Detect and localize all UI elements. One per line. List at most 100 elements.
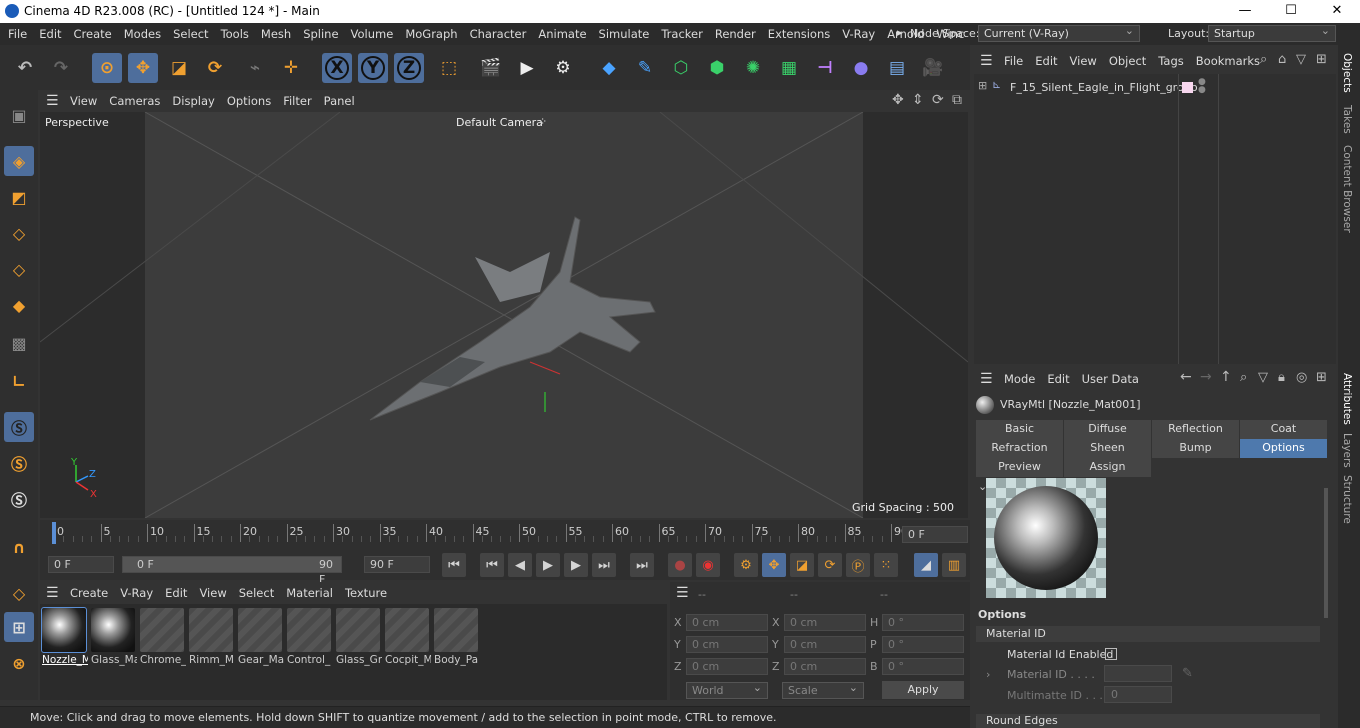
viewport-orbit-icon[interactable]: ⟳ — [932, 92, 944, 108]
menu-create[interactable]: Create — [68, 27, 118, 41]
coord-field-a[interactable]: 0 cm — [686, 636, 768, 653]
render-picture-viewer-icon[interactable]: ▶ — [512, 53, 542, 83]
menu-mograph[interactable]: MoGraph — [399, 27, 463, 41]
texture-mode-icon[interactable]: ◩ — [4, 182, 34, 212]
deformer-icon[interactable]: ⊣ — [810, 53, 840, 83]
timeline-ruler[interactable]: 0 5 10 15 20 25 30 35 40 45 50 55 60 65 70 75 80 85 90 0 F — [40, 520, 970, 550]
key-scale-icon[interactable]: ◪ — [790, 553, 814, 577]
menu-spline[interactable]: Spline — [297, 27, 344, 41]
material-id-enabled-checkbox[interactable] — [1105, 648, 1117, 660]
scale-icon[interactable]: ◪ — [164, 53, 194, 83]
key-rotation-icon[interactable]: ⟳ — [818, 553, 842, 577]
color-picker-icon[interactable]: ✎ — [1182, 666, 1193, 681]
model-mode-icon[interactable]: ◈ — [4, 146, 34, 176]
tab-sheen[interactable]: Sheen — [1064, 439, 1151, 458]
undo-icon[interactable]: ↶ — [10, 53, 40, 83]
coord-field-b[interactable]: 0 cm — [784, 614, 866, 631]
key-position-icon[interactable]: ✥ — [762, 553, 786, 577]
previous-frame-icon[interactable]: ◀ — [508, 553, 532, 577]
material-label[interactable]: Rimm_M — [189, 654, 235, 666]
menu-simulate[interactable]: Simulate — [593, 27, 656, 41]
floor-icon[interactable]: ▤ — [882, 53, 912, 83]
menu-tools[interactable]: Tools — [215, 27, 255, 41]
round-edges-group[interactable]: Round Edges — [976, 714, 1320, 728]
attributes-hamburger-icon[interactable]: ☰ — [980, 371, 993, 387]
uv-mode-icon[interactable]: ▩ — [4, 328, 34, 358]
world-select[interactable]: World — [686, 680, 768, 699]
select-icon[interactable]: ⊙ — [92, 53, 122, 83]
tab-coat[interactable]: Coat — [1240, 420, 1327, 439]
frame-range-slider[interactable]: 0 F 90 F — [122, 556, 342, 586]
objects-menu-bookmarks[interactable]: Bookmarks — [1190, 54, 1266, 68]
go-to-start-icon[interactable]: ⏮ — [442, 553, 466, 577]
menu-animate[interactable]: Animate — [532, 27, 592, 41]
tab-preview-settings[interactable]: Preview Settings — [976, 458, 1063, 491]
viewport-maximize-icon[interactable]: ⧉ — [952, 92, 962, 108]
y-axis-icon[interactable]: Y — [358, 53, 388, 83]
lock-icon[interactable]: 🔒︎ — [1278, 370, 1285, 385]
tab-refraction[interactable]: Refraction — [976, 439, 1063, 458]
material-menu-v-ray[interactable]: V-Ray — [114, 586, 159, 600]
magnet-icon[interactable]: ∩ — [4, 532, 34, 562]
record-icon[interactable]: ● — [668, 553, 692, 577]
key-pla-icon[interactable]: ⁙ — [874, 553, 898, 577]
coord-field-c[interactable]: 0 ° — [882, 636, 964, 653]
viewport-menu-filter[interactable]: Filter — [277, 94, 317, 108]
objects-menu-tags[interactable]: Tags — [1152, 54, 1189, 68]
material-label[interactable]: Chrome_ — [140, 654, 186, 666]
tab-diffuse[interactable]: Diffuse — [1064, 420, 1151, 439]
material-menu-create[interactable]: Create — [64, 586, 114, 600]
polygons-mode-icon[interactable]: ◆ — [4, 290, 34, 320]
material-label[interactable]: Gear_Ma — [238, 654, 284, 666]
layer-color-tag[interactable] — [1182, 82, 1193, 93]
cloner-icon[interactable]: ✺ — [738, 53, 768, 83]
material-label[interactable]: Glass_Gr — [336, 654, 382, 666]
side-tab-attributes[interactable]: Attributes — [1341, 373, 1353, 425]
material-menu-edit[interactable]: Edit — [159, 586, 193, 600]
material-label[interactable]: Nozzle_M — [42, 654, 88, 666]
autokey-icon[interactable]: ◉ — [696, 553, 720, 577]
workplane-icon[interactable]: ◇ — [4, 578, 34, 608]
current-frame-field[interactable]: 0 F — [902, 526, 968, 543]
rotate-icon[interactable]: ⟳ — [200, 53, 230, 83]
material-swatch[interactable] — [238, 608, 282, 652]
menu-render[interactable]: Render — [709, 27, 762, 41]
render-view-icon[interactable]: 🎬 — [476, 53, 506, 83]
forward-arrow-icon[interactable]: → — [1200, 369, 1212, 385]
objects-new-icon[interactable]: ⊞ — [1316, 52, 1327, 67]
menu-extensions[interactable]: Extensions — [762, 27, 836, 41]
material-preview[interactable] — [986, 478, 1106, 598]
next-key-icon[interactable]: ⏭ — [592, 553, 616, 577]
menu-modes[interactable]: Modes — [118, 27, 167, 41]
material-swatch[interactable] — [336, 608, 380, 652]
coord-field-b[interactable]: 0 cm — [784, 658, 866, 675]
extrude-icon[interactable]: ⬢ — [702, 53, 732, 83]
keyframe-selection-icon[interactable]: ⚙ — [734, 553, 758, 577]
go-to-end-icon[interactable]: ⏭ — [630, 553, 654, 577]
menu-more[interactable]: ▸ — [897, 26, 903, 39]
side-tab-content-browser[interactable]: Content Browser — [1341, 145, 1353, 233]
next-frame-icon[interactable]: ▶ — [564, 553, 588, 577]
material-menu-texture[interactable]: Texture — [339, 586, 393, 600]
multimatte-id-field[interactable]: 0 — [1104, 686, 1172, 703]
objects-menu-edit[interactable]: Edit — [1029, 54, 1063, 68]
snap-icon[interactable]: Ⓢ — [4, 412, 34, 442]
tab-options[interactable]: Options — [1240, 439, 1327, 458]
coords-hamburger-icon[interactable]: ☰ — [676, 585, 689, 601]
maximize-button[interactable]: ☐ — [1268, 0, 1314, 23]
tab-bump[interactable]: Bump — [1152, 439, 1239, 458]
move-icon[interactable]: ✥ — [128, 53, 158, 83]
material-label[interactable]: Glass_Ma — [91, 654, 137, 666]
material-swatch[interactable] — [287, 608, 331, 652]
side-tab-layers[interactable]: Layers — [1341, 433, 1353, 468]
coordinate-system-icon[interactable]: ⬚ — [434, 53, 464, 83]
attributes-menu-edit[interactable]: Edit — [1041, 372, 1075, 386]
material-id-group[interactable]: Material ID — [976, 626, 1320, 642]
material-label[interactable]: Control_ — [287, 654, 333, 666]
material-swatch[interactable] — [91, 608, 135, 652]
up-arrow-icon[interactable]: ↑ — [1220, 369, 1232, 385]
target-icon[interactable]: ◎ — [1296, 370, 1307, 385]
side-tab-structure[interactable]: Structure — [1341, 475, 1353, 524]
field-icon[interactable]: ● — [846, 53, 876, 83]
add-icon[interactable]: ✛ — [276, 53, 306, 83]
